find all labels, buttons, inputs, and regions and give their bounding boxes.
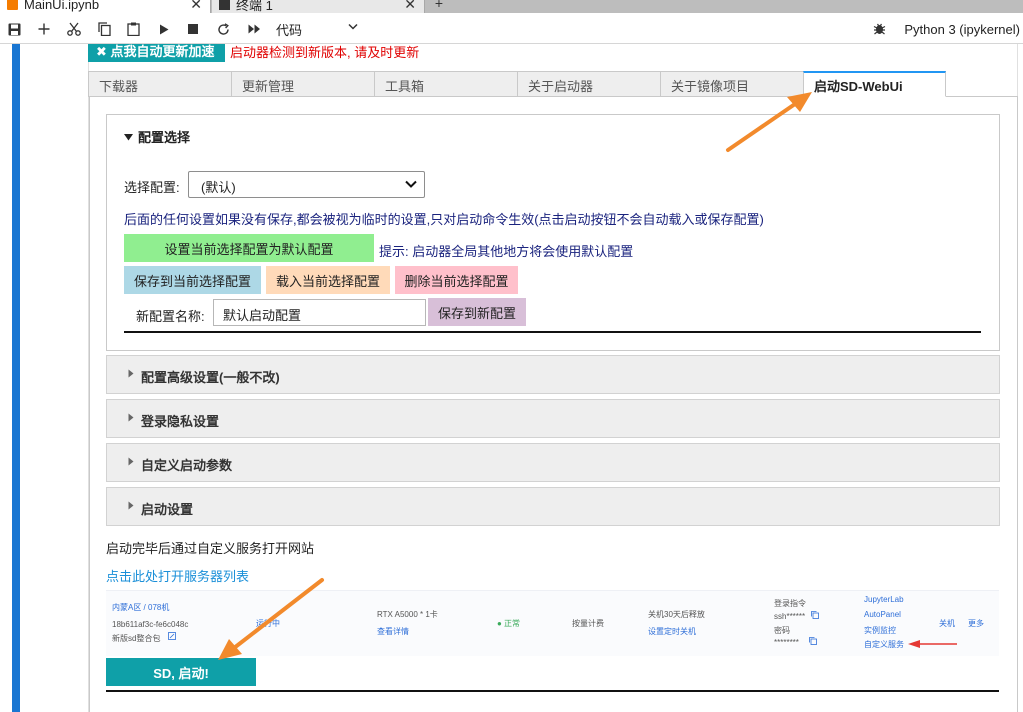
auto-update-button[interactable]: ✖ 点我自动更新加速 <box>88 44 225 62</box>
launch-settings-accordion[interactable]: 启动设置 <box>106 487 1000 526</box>
custom-args-accordion[interactable]: 自定义启动参数 <box>106 443 1000 482</box>
launcher-tabs: 下载器 更新管理 工具箱 关于启动器 关于镜像项目 启动SD-WebUi <box>88 71 1018 97</box>
accordion-label: 启动设置 <box>141 502 194 517</box>
close-icon[interactable]: ✕ <box>404 0 416 13</box>
login-command-label: 登录指令 <box>774 599 806 608</box>
tab-update-manager[interactable]: 更新管理 <box>231 71 374 97</box>
server-gpu: RTX A5000 * 1卡 <box>377 610 438 619</box>
custom-service-link[interactable]: 自定义服务 <box>864 639 904 650</box>
tab-about-launcher[interactable]: 关于启动器 <box>517 71 660 97</box>
copy-icon[interactable] <box>95 20 113 38</box>
tab-label: 终端 1 <box>236 0 273 13</box>
chevron-down-icon <box>348 23 358 30</box>
add-tab-button[interactable]: + <box>431 0 447 13</box>
load-current-button[interactable]: 载入当前选择配置 <box>266 266 390 294</box>
more-link[interactable]: 更多 <box>968 618 984 629</box>
accordion-label: 自定义启动参数 <box>141 458 233 473</box>
config-accordion-header[interactable]: 配置选择 <box>124 127 190 146</box>
advanced-config-accordion[interactable]: 配置高级设置(一般不改) <box>106 355 1000 394</box>
tab-bar: MainUi.ipynb ✕ 终端 1 ✕ + <box>0 0 1023 13</box>
password-value: ******** <box>774 638 799 647</box>
custom-service-note: 启动完毕后通过自定义服务打开网站 <box>106 541 315 556</box>
sd-launch-button[interactable]: SD, 启动! <box>106 658 256 686</box>
edit-icon[interactable] <box>168 632 176 642</box>
tab-label: MainUi.ipynb <box>24 0 100 12</box>
stop-icon[interactable] <box>184 20 202 38</box>
save-current-button[interactable]: 保存到当前选择配置 <box>124 266 261 294</box>
new-config-name-label: 新配置名称: <box>136 309 205 324</box>
config-title: 配置选择 <box>138 130 191 145</box>
caret-right-icon <box>128 457 134 466</box>
health-status: ● 正常 <box>497 619 521 628</box>
select-config-label: 选择配置: <box>124 180 180 195</box>
gpu-details-link[interactable]: 查看详情 <box>377 626 409 637</box>
server-region[interactable]: 内蒙A区 / 078机 <box>112 602 169 613</box>
fast-forward-icon[interactable] <box>245 20 263 38</box>
run-icon[interactable] <box>155 20 173 38</box>
save-new-config-button[interactable]: 保存到新配置 <box>428 298 526 326</box>
set-default-button[interactable]: 设置当前选择配置为默认配置 <box>124 234 374 262</box>
tab-toolbox[interactable]: 工具箱 <box>374 71 517 97</box>
config-select-value: (默认) <box>201 180 236 195</box>
divider <box>124 331 981 333</box>
paste-icon[interactable] <box>124 20 142 38</box>
tab-about-mirror[interactable]: 关于镜像项目 <box>660 71 803 97</box>
server-list-link[interactable]: 点击此处打开服务器列表 <box>106 566 249 585</box>
server-id: 18b611af3c-fe6c048c <box>112 620 189 629</box>
power-off-link[interactable]: 关机 <box>939 618 955 629</box>
login-privacy-accordion[interactable]: 登录隐私设置 <box>106 399 1000 438</box>
cell-type-value: 代码 <box>276 23 303 38</box>
chevron-down-icon <box>405 180 417 188</box>
server-status: 运行中 <box>256 619 280 628</box>
jupyterlab-link[interactable]: JupyterLab <box>864 595 904 604</box>
temp-settings-note: 后面的任何设置如果没有保存,都会被视为临时的设置,只对启动命令生效(点击启动按钮… <box>124 212 764 227</box>
server-list-row: 内蒙A区 / 078机 18b611af3c-fe6c048c 新版sd整合包 … <box>106 590 999 656</box>
notebook-toolbar: 代码 Python 3 (ipykernel) <box>0 13 1023 44</box>
cut-icon[interactable] <box>65 20 83 38</box>
shutdown-info: 关机30天后释放 <box>648 610 705 619</box>
close-icon[interactable]: ✕ <box>190 0 202 13</box>
password-label: 密码 <box>774 626 790 635</box>
tab-downloader[interactable]: 下载器 <box>88 71 231 97</box>
copy-icon[interactable] <box>811 611 819 621</box>
tab-mainui[interactable]: MainUi.ipynb ✕ <box>0 0 211 13</box>
divider <box>106 690 999 692</box>
accordion-label: 配置高级设置(一般不改) <box>141 370 280 385</box>
instance-monitor-link[interactable]: 实例监控 <box>864 625 896 636</box>
add-cell-icon[interactable] <box>35 20 53 38</box>
config-accordion: 配置选择 选择配置: (默认) 后面的任何设置如果没有保存,都会被视为临时的设置… <box>106 114 1000 351</box>
billing-mode: 按量计费 <box>572 619 604 628</box>
copy-icon[interactable] <box>809 637 817 647</box>
terminal-icon <box>219 0 230 10</box>
notebook-icon <box>7 0 18 10</box>
config-select[interactable]: (默认) <box>188 171 425 198</box>
kernel-status[interactable]: Python 3 (ipykernel) <box>904 22 1020 37</box>
delete-current-button[interactable]: 删除当前选择配置 <box>395 266 518 294</box>
autopanel-link[interactable]: AutoPanel <box>864 610 901 619</box>
caret-down-icon <box>124 134 133 141</box>
new-config-name-input[interactable]: 默认启动配置 <box>213 299 426 326</box>
ssh-command: ssh****** <box>774 612 806 621</box>
default-config-hint: 提示: 启动器全局其他地方将会使用默认配置 <box>379 244 634 259</box>
debugger-bug-icon[interactable] <box>873 22 886 38</box>
scheduled-shutdown-link[interactable]: 设置定时关机 <box>648 626 696 637</box>
update-warning: 启动器检测到新版本, 请及时更新 <box>230 45 420 60</box>
tab-launch-sd-webui[interactable]: 启动SD-WebUi <box>803 71 946 97</box>
caret-right-icon <box>128 501 134 510</box>
caret-right-icon <box>128 413 134 422</box>
cell-type-select[interactable]: 代码 <box>276 20 360 38</box>
active-cell-indicator <box>12 44 20 712</box>
tab-terminal[interactable]: 终端 1 ✕ <box>212 0 425 13</box>
save-icon[interactable] <box>5 20 23 38</box>
restart-icon[interactable] <box>214 20 232 38</box>
server-image-name: 新版sd整合包 <box>112 634 161 643</box>
caret-right-icon <box>128 369 134 378</box>
accordion-label: 登录隐私设置 <box>141 414 220 429</box>
